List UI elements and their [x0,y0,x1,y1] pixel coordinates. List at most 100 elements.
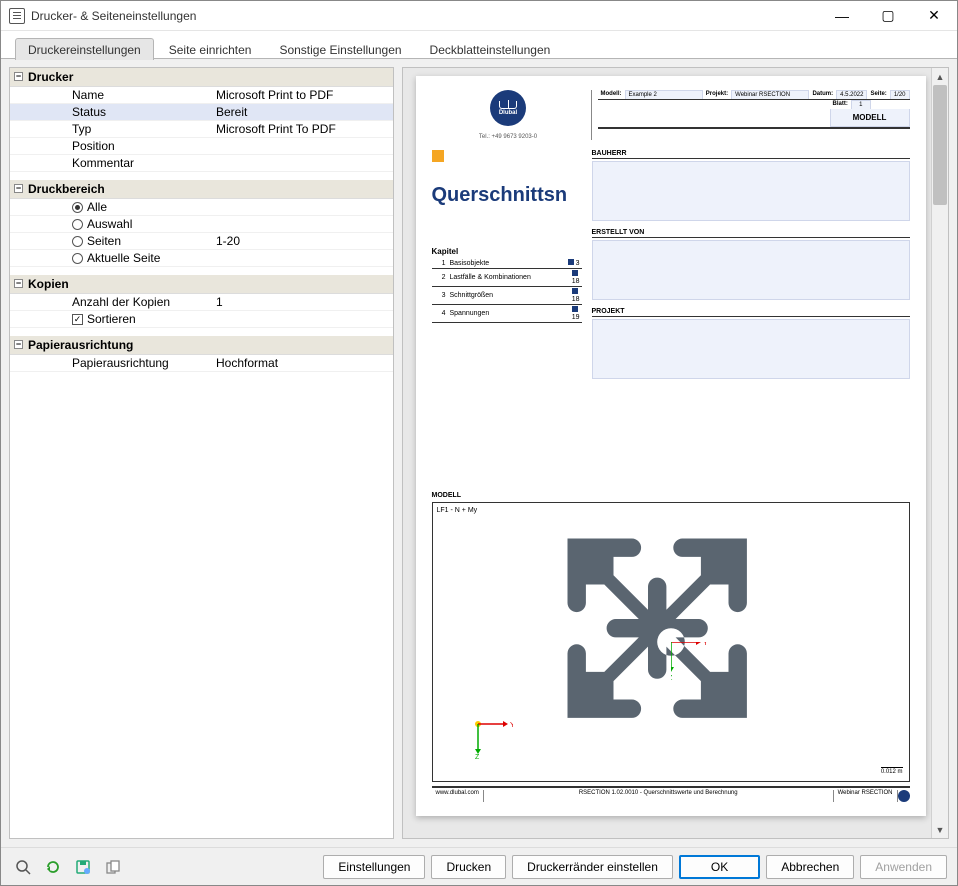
square-icon [572,306,578,312]
expander-icon[interactable]: − [14,184,23,193]
row-status[interactable]: Status Bereit [10,104,393,121]
tab-seite-einrichten[interactable]: Seite einrichten [156,38,265,60]
meta-datum-value: 4.5.2022 [836,90,867,99]
property-grid: − Drucker Name Microsoft Print to PDF St… [9,67,394,839]
page-footer: www.dlubal.com RSECTION 1.02.0010 - Quer… [432,786,910,802]
kapitel-table: 1Basisobjekte3 2Lastfälle & Kombinatione… [432,258,582,323]
kapitel-row: 1Basisobjekte3 [432,258,582,269]
preview-viewport[interactable]: Dlubal Tel.: +49 9673 9203-0 Modell: Exa… [403,68,948,838]
label-typ: Typ [10,122,210,136]
svg-text:Y: Y [703,642,708,647]
tab-druckereinstellungen[interactable]: Druckereinstellungen [15,38,154,60]
section-bauherr-box [592,161,910,221]
model-box: LF1 - N + My Y Z [432,502,910,782]
window-controls: — ▢ ✕ [819,1,957,31]
copy-settings-icon[interactable] [101,855,125,879]
drucken-button[interactable]: Drucken [431,855,506,879]
square-icon [572,288,578,294]
scroll-down-icon[interactable]: ▼ [932,821,948,838]
page-header: Dlubal Tel.: +49 9673 9203-0 Modell: Exa… [432,90,910,140]
section-modell-header: MODELL [432,492,910,500]
model-section: MODELL LF1 - N + My Y Z [432,492,910,782]
anwenden-button[interactable]: Anwenden [860,855,947,879]
refresh-icon[interactable] [41,855,65,879]
scroll-up-icon[interactable]: ▲ [932,68,948,85]
meta-seite-value: 1/20 [890,90,910,99]
tab-strip: Druckereinstellungen Seite einrichten So… [1,31,957,59]
radio-aktuelle-icon[interactable] [72,253,83,264]
meta-blatt-label: Blatt: [830,100,851,109]
row-aktuelle-seite[interactable]: Aktuelle Seite [10,250,393,267]
row-kommentar[interactable]: Kommentar [10,155,393,172]
row-name[interactable]: Name Microsoft Print to PDF [10,87,393,104]
radio-auswahl-icon[interactable] [72,219,83,230]
label-position: Position [10,139,210,153]
expander-icon[interactable]: − [14,279,23,288]
row-seiten[interactable]: Seiten 1-20 [10,233,393,250]
meta-modell-value: Example 2 [625,90,703,99]
section-erstellt-header: ERSTELLT VON [592,229,910,238]
meta-modell-label: Modell: [598,90,625,99]
titlebar: Drucker- & Seiteneinstellungen — ▢ ✕ [1,1,957,31]
preview-panel: Dlubal Tel.: +49 9673 9203-0 Modell: Exa… [402,67,949,839]
row-papierausrichtung[interactable]: Papierausrichtung Hochformat [10,355,393,372]
kapitel-row: 3Schnittgrößen18 [432,287,582,305]
maximize-button[interactable]: ▢ [865,1,911,31]
group-papier-label: Papierausrichtung [28,338,133,352]
row-alle[interactable]: Alle [10,199,393,216]
meta-projekt-value: Webinar RSECTION [731,90,809,99]
footer-prog: RSECTION 1.02.0010 - Querschnittswerte u… [484,790,834,802]
tab-deckblatteinstellungen[interactable]: Deckblatteinstellungen [417,38,564,60]
cover-title: Querschnittsn [432,184,582,207]
search-icon[interactable] [11,855,35,879]
axes-corner-icon: Y Z [473,719,513,761]
meta-blatt-value: 1 [851,100,871,109]
group-papierausrichtung: − Papierausrichtung [10,336,393,355]
row-anzahl-kopien[interactable]: Anzahl der Kopien 1 [10,294,393,311]
preview-scrollbar[interactable]: ▲ ▼ [931,68,948,838]
tab-sonstige-einstellungen[interactable]: Sonstige Einstellungen [266,38,414,60]
radio-alle-icon[interactable] [72,202,83,213]
expander-icon[interactable]: − [14,340,23,349]
axes-center-icon: Y Z [671,642,711,682]
square-icon [568,259,574,265]
svg-text:Z: Z [671,675,673,682]
orange-square-icon [432,150,444,162]
label-aktuelle: Aktuelle Seite [87,251,160,265]
value-status: Bereit [210,105,393,119]
value-anzahl-kopien: 1 [210,295,393,309]
footer-logo-icon [898,790,910,802]
header-title-modell: MODELL [830,109,910,127]
checkbox-sortieren-icon[interactable] [72,314,83,325]
label-alle: Alle [87,200,107,214]
row-typ[interactable]: Typ Microsoft Print To PDF [10,121,393,138]
label-seiten: Seiten [87,234,121,248]
logo-text: Dlubal [499,110,517,116]
label-status: Status [10,105,210,119]
close-button[interactable]: ✕ [911,1,957,31]
radio-seiten-icon[interactable] [72,236,83,247]
save-settings-icon[interactable] [71,855,95,879]
label-auswahl: Auswahl [87,217,132,231]
dlubal-logo-icon: Dlubal [490,90,526,126]
footer-proj: Webinar RSECTION [834,790,898,802]
footer-site: www.dlubal.com [432,790,484,802]
minimize-button[interactable]: — [819,1,865,31]
kapitel-header: Kapitel [432,247,582,256]
druckerraender-button[interactable]: Druckerränder einstellen [512,855,673,879]
bottom-toolbar: Einstellungen Drucken Druckerränder eins… [1,847,957,885]
group-druckbereich: − Druckbereich [10,180,393,199]
group-kopien: − Kopien [10,275,393,294]
ok-button[interactable]: OK [679,855,760,879]
label-anzahl-kopien: Anzahl der Kopien [10,295,210,309]
einstellungen-button[interactable]: Einstellungen [323,855,425,879]
group-drucker-label: Drucker [28,70,73,84]
expander-icon[interactable]: − [14,72,23,81]
row-auswahl[interactable]: Auswahl [10,216,393,233]
label-name: Name [10,88,210,102]
row-position[interactable]: Position [10,138,393,155]
scroll-thumb[interactable] [933,85,947,205]
abbrechen-button[interactable]: Abbrechen [766,855,854,879]
square-icon [572,270,578,276]
row-sortieren[interactable]: Sortieren [10,311,393,328]
